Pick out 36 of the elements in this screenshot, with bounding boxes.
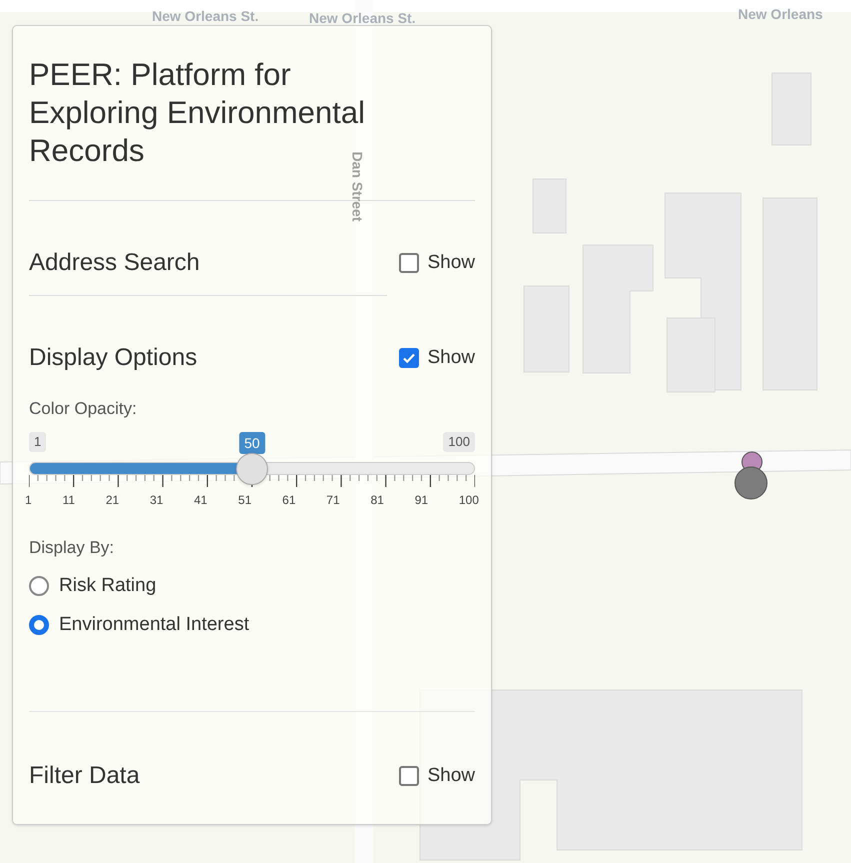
- slider-handle[interactable]: [236, 452, 268, 484]
- tick-label: 41: [194, 492, 208, 508]
- show-toggle[interactable]: Show: [399, 248, 475, 278]
- tick-label: 61: [282, 492, 296, 508]
- radio-option[interactable]: Environmental Interest: [29, 610, 475, 639]
- slider-value-label: 50: [239, 432, 265, 454]
- radio-option[interactable]: Risk Rating: [29, 572, 475, 600]
- tick-label: 21: [106, 492, 120, 508]
- checkbox[interactable]: [399, 253, 420, 273]
- slider-min-label: 1: [29, 432, 46, 452]
- checkbox[interactable]: [399, 766, 420, 786]
- tick-label: 71: [326, 492, 340, 508]
- section-title: Filter Data: [29, 761, 140, 791]
- radio-button[interactable]: [29, 576, 49, 596]
- slider-max-label: 100: [443, 432, 475, 452]
- tick-label: 11: [62, 492, 75, 508]
- tick-label: 1: [25, 492, 32, 508]
- map-marker[interactable]: [734, 466, 768, 500]
- street-label: New Orleans St.: [309, 9, 416, 28]
- slider-label: Color Opacity:: [29, 398, 138, 420]
- radio-group-label: Display By:: [29, 536, 116, 558]
- tick-label: 100: [458, 492, 479, 508]
- show-toggle[interactable]: Show: [399, 300, 475, 372]
- street-label: New Orleans St.: [152, 7, 259, 26]
- tick-label: 91: [414, 492, 428, 508]
- tick-label: 81: [370, 492, 384, 508]
- checkmark-icon: [402, 351, 416, 365]
- street-label: New Orleans: [738, 5, 823, 24]
- section-title: Address Search: [29, 248, 200, 278]
- checkbox[interactable]: [399, 348, 420, 368]
- show-toggle[interactable]: Show: [399, 762, 475, 790]
- street-label: Dan Street: [348, 151, 367, 222]
- radio-button[interactable]: [29, 614, 49, 635]
- tick-label: 51: [238, 492, 252, 508]
- tick-label: 31: [150, 492, 164, 508]
- section-title: Display Options: [29, 343, 198, 373]
